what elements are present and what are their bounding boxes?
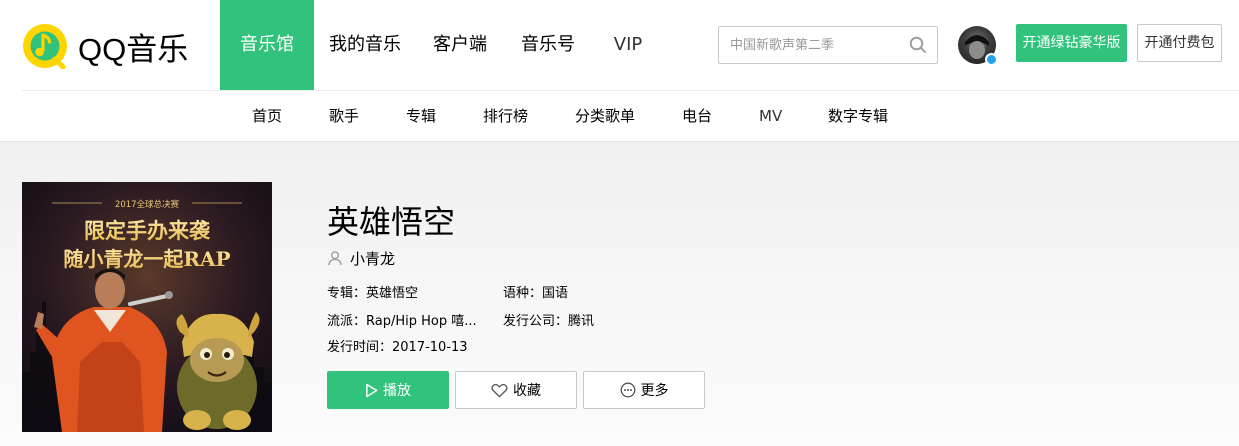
search-input[interactable] bbox=[719, 27, 899, 63]
sub-nav-digital-albums[interactable]: 数字专辑 bbox=[828, 91, 888, 141]
play-icon bbox=[366, 383, 378, 397]
favorite-button[interactable]: 收藏 bbox=[455, 371, 577, 409]
genre-info: 流派：Rap/Hip Hop 嘻... bbox=[327, 314, 477, 329]
more-button-label: 更多 bbox=[640, 383, 669, 399]
singer-user-icon bbox=[328, 251, 342, 266]
sub-nav: 首页 歌手 专辑 排行榜 分类歌单 电台 MV 数字专辑 bbox=[0, 91, 1239, 142]
language-info: 语种：国语 bbox=[503, 286, 569, 301]
nav-vip[interactable]: VIP bbox=[592, 0, 664, 90]
qq-music-logo-icon bbox=[23, 24, 67, 69]
heart-icon bbox=[491, 383, 508, 397]
cover-line-1: 限定手办来袭 bbox=[84, 218, 211, 243]
sub-nav-home[interactable]: 首页 bbox=[252, 91, 282, 141]
more-dots-icon bbox=[620, 382, 635, 398]
sub-nav-charts[interactable]: 排行榜 bbox=[483, 91, 528, 141]
favorite-button-label: 收藏 bbox=[513, 383, 541, 399]
open-green-vip-button[interactable]: 开通绿钻豪华版 bbox=[1016, 24, 1127, 62]
cover-line-2: 随小青龙一起RAP bbox=[63, 247, 230, 271]
singer-name-link[interactable]: 小青龙 bbox=[350, 248, 395, 269]
play-button[interactable]: 播放 bbox=[327, 371, 449, 409]
nav-my-music[interactable]: 我的音乐 bbox=[314, 0, 416, 90]
release-date-info: 发行时间：2017-10-13 bbox=[327, 340, 468, 355]
singer-row[interactable]: 小青龙 bbox=[327, 248, 395, 268]
nav-music-hall[interactable]: 音乐馆 bbox=[220, 0, 314, 90]
sub-nav-category-playlists[interactable]: 分类歌单 bbox=[575, 91, 635, 141]
search-icon[interactable] bbox=[909, 36, 927, 54]
song-title: 英雄悟空 bbox=[327, 203, 456, 241]
play-button-label: 播放 bbox=[383, 383, 411, 399]
nav-client[interactable]: 客户端 bbox=[416, 0, 504, 90]
search-box bbox=[718, 26, 938, 64]
main-nav: 音乐馆 我的音乐 客户端 音乐号 VIP bbox=[220, 0, 664, 90]
more-button[interactable]: 更多 bbox=[583, 371, 705, 409]
song-detail-section: 2017全球总决赛 限定手办来袭 随小青龙一起RAP 英雄悟空 小青龙 专辑：英… bbox=[0, 142, 1239, 446]
publisher-info: 发行公司：腾讯 bbox=[503, 314, 595, 329]
sub-nav-mv[interactable]: MV bbox=[759, 91, 782, 141]
qq-music-logo[interactable]: QQ音乐 bbox=[22, 23, 188, 69]
open-paid-package-button[interactable]: 开通付费包 bbox=[1137, 24, 1222, 62]
top-header: QQ音乐 音乐馆 我的音乐 客户端 音乐号 VIP 开通绿钻豪华版 开通付费包 bbox=[0, 0, 1239, 90]
album-info[interactable]: 专辑：英雄悟空 bbox=[327, 282, 418, 301]
avatar-vip-badge bbox=[985, 53, 998, 66]
album-cover-art: 2017全球总决赛 限定手办来袭 随小青龙一起RAP bbox=[22, 182, 272, 432]
sub-nav-singers[interactable]: 歌手 bbox=[329, 91, 359, 141]
nav-music-account[interactable]: 音乐号 bbox=[504, 0, 592, 90]
album-cover[interactable]: 2017全球总决赛 限定手办来袭 随小青龙一起RAP bbox=[22, 182, 272, 432]
logo-text: QQ音乐 bbox=[78, 31, 189, 67]
cover-top-text: 2017全球总决赛 bbox=[115, 199, 180, 210]
sub-nav-albums[interactable]: 专辑 bbox=[406, 91, 436, 141]
sub-nav-radio[interactable]: 电台 bbox=[682, 91, 712, 141]
